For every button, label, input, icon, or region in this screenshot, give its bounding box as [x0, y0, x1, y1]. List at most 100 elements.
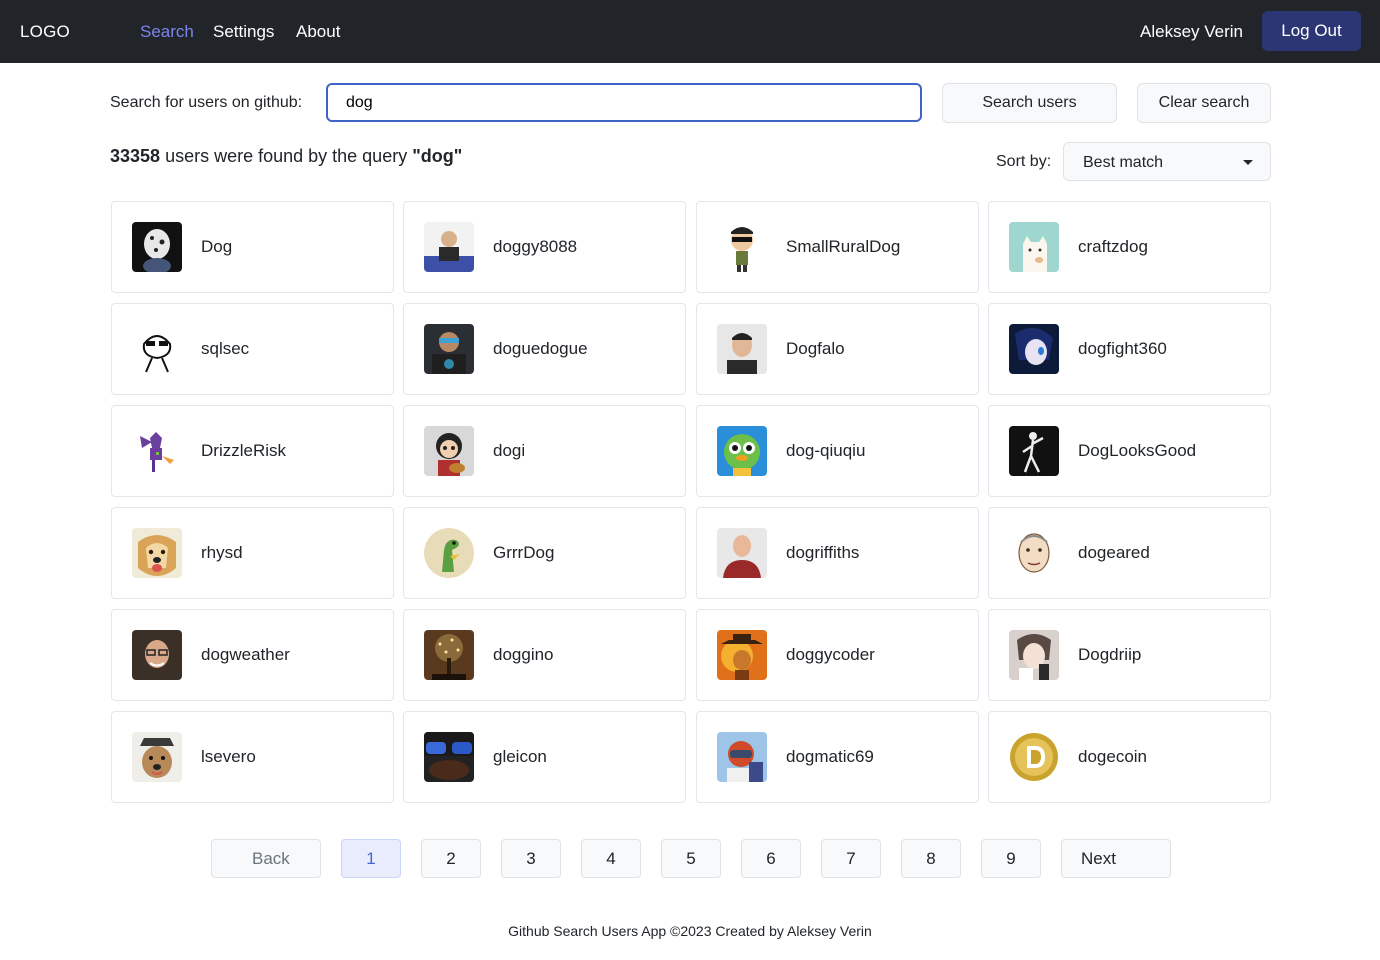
user-card[interactable]: dogriffiths: [696, 507, 979, 599]
pilot-avatar-icon: [717, 732, 767, 782]
dancer-silhouette-avatar-icon: [1009, 426, 1059, 476]
glowing-tree-avatar-icon: [424, 630, 474, 680]
user-card[interactable]: craftzdog: [988, 201, 1271, 293]
man-red-sweater-avatar-icon: [717, 528, 767, 578]
man-presenting-avatar-icon: [424, 222, 474, 272]
search-users-button[interactable]: Search users: [942, 83, 1117, 123]
user-login: DrizzleRisk: [201, 441, 286, 460]
user-card[interactable]: dogi: [403, 405, 686, 497]
user-card[interactable]: dogweather: [111, 609, 394, 701]
white-cat-avatar-icon: [1009, 222, 1059, 272]
pagination-page-3[interactable]: 3: [501, 839, 561, 878]
user-login: dogmatic69: [786, 747, 874, 766]
user-login: rhysd: [201, 543, 243, 562]
user-login: SmallRuralDog: [786, 237, 901, 256]
user-login: sqlsec: [201, 339, 250, 358]
sunglasses-closeup-avatar-icon: [424, 732, 474, 782]
nav-link-settings[interactable]: Settings: [213, 0, 274, 63]
anime-girl-avatar-icon: [1009, 630, 1059, 680]
user-login: doggy8088: [493, 237, 578, 256]
pagination-page-2[interactable]: 2: [421, 839, 481, 878]
user-card[interactable]: gleicon: [403, 711, 686, 803]
pagination-page-6[interactable]: 6: [741, 839, 801, 878]
user-card[interactable]: dogeared: [988, 507, 1271, 599]
user-card[interactable]: DogLooksGood: [988, 405, 1271, 497]
results-query: "dog": [412, 146, 463, 166]
man-portrait-avatar-icon: [717, 324, 767, 374]
user-login: dogecoin: [1078, 747, 1148, 766]
user-card[interactable]: sqlsec: [111, 303, 394, 395]
user-login: gleicon: [493, 747, 547, 766]
user-login: dogi: [493, 441, 526, 460]
pagination-next-button[interactable]: Next: [1061, 839, 1171, 878]
purple-robot-avatar-icon: [132, 426, 182, 476]
logo[interactable]: LOGO: [20, 0, 70, 63]
user-login: craftzdog: [1078, 237, 1148, 256]
green-frog-avatar-icon: [717, 426, 767, 476]
pagination-back-button[interactable]: Back: [211, 839, 321, 878]
nav-link-about[interactable]: About: [296, 0, 340, 63]
search-label: Search for users on github:: [110, 94, 303, 111]
sort-selected-value: Best match: [1083, 154, 1164, 171]
user-card[interactable]: DrizzleRisk: [111, 405, 394, 497]
anime-face-avatar-icon: [1009, 324, 1059, 374]
man-sunglasses-avatar-icon: [424, 324, 474, 374]
user-login: Dogfalo: [786, 339, 845, 358]
user-card[interactable]: dogmatic69: [696, 711, 979, 803]
sketch-face-avatar-icon: [1009, 528, 1059, 578]
cartoon-guitar-avatar-icon: [424, 426, 474, 476]
user-card[interactable]: doguedogue: [403, 303, 686, 395]
user-login: doggino: [493, 645, 554, 664]
chevron-down-icon: [1243, 160, 1253, 165]
sort-select[interactable]: Best match: [1063, 142, 1271, 181]
pagination-page-5[interactable]: 5: [661, 839, 721, 878]
user-login: doguedogue: [493, 339, 588, 358]
pagination-page-4[interactable]: 4: [581, 839, 641, 878]
user-login: dog-qiuqiu: [786, 441, 866, 460]
golden-dog-avatar-icon: [132, 528, 182, 578]
user-card[interactable]: doggino: [403, 609, 686, 701]
pagination-page-9[interactable]: 9: [981, 839, 1041, 878]
cat-in-hat-avatar-icon: [717, 630, 767, 680]
user-card[interactable]: GrrrDog: [403, 507, 686, 599]
user-login: dogfight360: [1078, 339, 1167, 358]
pagination-page-7[interactable]: 7: [821, 839, 881, 878]
user-card[interactable]: Dogfalo: [696, 303, 979, 395]
user-card[interactable]: Dog: [111, 201, 394, 293]
user-card[interactable]: dogfight360: [988, 303, 1271, 395]
footer-text: Github Search Users App ©2023 Created by…: [508, 923, 872, 939]
search-input[interactable]: [326, 83, 922, 122]
user-login: doggycoder: [786, 645, 875, 664]
clear-search-button[interactable]: Clear search: [1137, 83, 1271, 123]
user-card[interactable]: doggy8088: [403, 201, 686, 293]
pagination-page-1[interactable]: 1: [341, 839, 401, 878]
sort-label: Sort by:: [996, 153, 1052, 170]
user-login: GrrrDog: [493, 543, 555, 562]
user-card[interactable]: rhysd: [111, 507, 394, 599]
user-card[interactable]: dog-qiuqiu: [696, 405, 979, 497]
nav-link-search[interactable]: Search: [140, 0, 194, 63]
cartoon-sunglasses-avatar-icon: [717, 222, 767, 272]
user-login: Dog: [201, 237, 233, 256]
user-login: dogriffiths: [786, 543, 860, 562]
dog-with-hat-avatar-icon: [132, 732, 182, 782]
man-glasses-avatar-icon: [132, 630, 182, 680]
pagination-page-8[interactable]: 8: [901, 839, 961, 878]
user-card[interactable]: lsevero: [111, 711, 394, 803]
user-login: dogeared: [1078, 543, 1150, 562]
results-summary: 33358 users were found by the query "dog…: [110, 144, 462, 168]
logout-button[interactable]: Log Out: [1262, 11, 1361, 51]
green-dinosaur-avatar-icon: [424, 528, 474, 578]
user-card[interactable]: doggycoder: [696, 609, 979, 701]
user-card[interactable]: SmallRuralDog: [696, 201, 979, 293]
user-login: DogLooksGood: [1078, 441, 1197, 460]
dalmatian-avatar-icon: [132, 222, 182, 272]
user-card[interactable]: Dogdriip: [988, 609, 1271, 701]
dogecoin-logo-avatar-icon: [1009, 732, 1059, 782]
meme-sunglasses-avatar-icon: [132, 324, 182, 374]
user-login: Dogdriip: [1078, 645, 1142, 664]
user-login: lsevero: [201, 747, 256, 766]
results-text: users were found by the query: [160, 146, 413, 166]
user-card[interactable]: dogecoin: [988, 711, 1271, 803]
results-count: 33358: [110, 146, 161, 166]
